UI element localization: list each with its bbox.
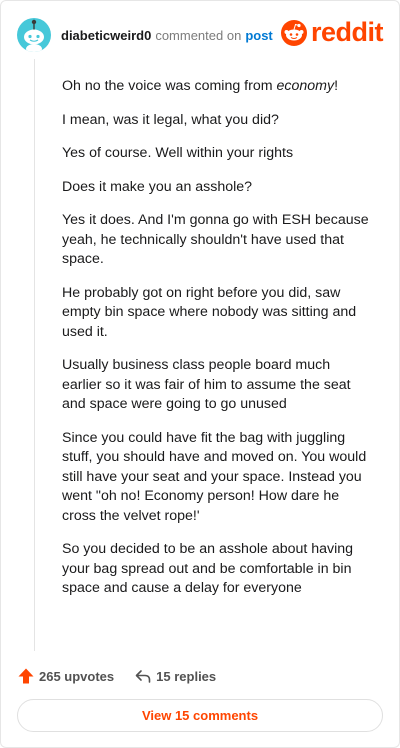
reddit-logo[interactable]: reddit — [280, 17, 384, 47]
view-comments-button[interactable]: View 15 comments — [17, 699, 383, 732]
comment-header: diabeticweird0 commented on post reddit — [17, 15, 384, 55]
post-link[interactable]: post — [245, 28, 272, 43]
thread-line[interactable] — [34, 59, 35, 651]
upvote-arrow-icon — [18, 668, 34, 684]
comment-card: diabeticweird0 commented on post reddit … — [0, 0, 400, 748]
comment-body: Oh no the voice was coming from economy!… — [62, 77, 372, 613]
comment-paragraph: Does it make you an asshole? — [62, 178, 253, 195]
upvote-button[interactable]: 265 upvotes — [17, 667, 114, 685]
comment-paragraph: Oh no the voice was coming from economy! — [62, 78, 339, 94]
avatar[interactable] — [17, 18, 51, 52]
comment-paragraph: So you decided to be an asshole about ha… — [62, 541, 354, 596]
snoo-avatar-icon — [24, 19, 44, 52]
reply-arrow-icon — [135, 670, 151, 683]
comment-paragraph: I mean, was it legal, what you did? — [62, 111, 279, 128]
comment-actions: 265 upvotes 15 replies — [17, 665, 216, 687]
replies-count: 15 replies — [156, 668, 217, 684]
replies-button[interactable]: 15 replies — [134, 667, 216, 685]
username[interactable]: diabeticweird0 — [61, 28, 151, 43]
comment-paragraph: He probably got on right before you did,… — [62, 284, 357, 340]
comment-paragraph: Yes of course. Well within your rights — [62, 145, 294, 161]
reddit-snoo-icon — [280, 19, 307, 46]
comment-paragraph: Usually business class people board much… — [62, 357, 351, 412]
comment-paragraph: Yes it does. And I'm gonna go with ESH b… — [62, 212, 369, 267]
comment-paragraph: Since you could have fit the bag with ju… — [62, 429, 367, 524]
upvote-count: 265 upvotes — [39, 668, 115, 684]
reddit-wordmark: reddit — [310, 17, 384, 47]
commented-on-label: commented on — [155, 27, 242, 43]
